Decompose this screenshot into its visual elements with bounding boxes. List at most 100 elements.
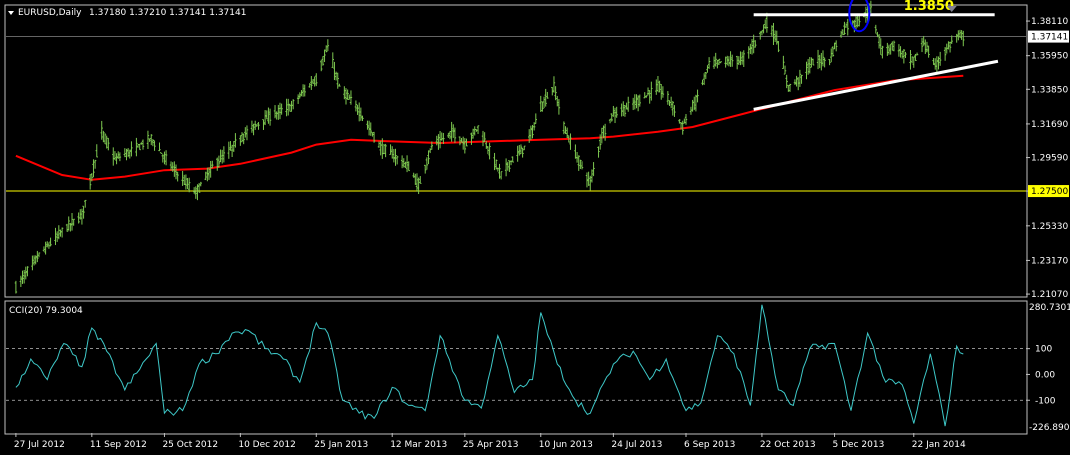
cci-label: CCI(20) 79.3004 xyxy=(9,306,83,316)
price-bar xyxy=(886,42,889,56)
price-bar xyxy=(843,21,846,35)
price-bar xyxy=(509,160,513,166)
price-bar xyxy=(356,104,359,115)
price-bar xyxy=(22,270,26,284)
price-bar xyxy=(830,48,833,63)
price-box-label: 1.27500 xyxy=(1031,187,1068,197)
price-bar xyxy=(402,158,405,168)
x-tick-label: 10 Dec 2012 xyxy=(238,440,296,450)
price-bar xyxy=(683,118,686,124)
price-bar xyxy=(463,138,467,154)
moving-average-line xyxy=(15,74,964,181)
price-bar xyxy=(194,186,198,199)
price-bar xyxy=(55,231,59,242)
price-bar xyxy=(806,58,810,75)
price-bar xyxy=(389,144,392,156)
price-bar xyxy=(452,124,455,138)
price-bar xyxy=(448,130,452,140)
dropdown-triangle-icon[interactable] xyxy=(8,11,14,15)
price-bar xyxy=(783,65,787,75)
price-bar xyxy=(714,52,717,67)
price-bar xyxy=(475,129,478,132)
price-bar xyxy=(369,122,372,136)
price-bar xyxy=(326,39,330,51)
price-bar xyxy=(539,95,542,113)
price-bar xyxy=(481,130,485,147)
price-bar xyxy=(321,56,325,66)
price-bar xyxy=(557,99,561,115)
price-bar xyxy=(428,148,432,154)
price-bar xyxy=(240,132,244,143)
price-bar xyxy=(320,59,323,72)
price-bar xyxy=(118,152,122,162)
chart-canvas[interactable]: EURUSD,Daily 1.37180 1.37210 1.37141 1.3… xyxy=(0,0,1070,455)
price-bar xyxy=(696,89,699,103)
price-bar xyxy=(70,213,74,231)
price-bar xyxy=(278,102,282,120)
price-bar xyxy=(508,160,511,172)
price-bar xyxy=(473,126,476,136)
price-bar xyxy=(785,74,788,89)
price-bar xyxy=(496,167,500,172)
drawn-objects[interactable]: 1.3850 xyxy=(753,0,999,111)
price-bar xyxy=(493,152,496,171)
price-bar xyxy=(199,181,202,187)
price-bar xyxy=(138,143,141,151)
price-bar xyxy=(655,79,658,95)
price-bar xyxy=(102,130,105,143)
price-bar xyxy=(470,132,473,145)
price-bar xyxy=(650,81,653,101)
price-bar xyxy=(174,164,178,180)
price-bar xyxy=(415,173,419,192)
price-bars xyxy=(14,0,965,294)
y-tick-label: 1.35950 xyxy=(1031,52,1068,62)
price-bar xyxy=(892,40,896,52)
price-bar xyxy=(234,133,237,148)
price-bar xyxy=(938,51,942,66)
price-bar xyxy=(183,174,186,186)
price-bar xyxy=(811,58,815,66)
price-bar xyxy=(176,171,179,182)
x-tick-label: 12 Mar 2013 xyxy=(390,440,447,450)
price-bar xyxy=(904,51,907,59)
price-bar xyxy=(414,173,417,185)
price-bar xyxy=(523,145,526,151)
price-bar xyxy=(920,37,924,53)
price-bar xyxy=(597,146,600,158)
x-tick-label: 27 Jul 2012 xyxy=(14,440,65,450)
price-bar xyxy=(42,246,46,252)
price-bar xyxy=(250,120,254,133)
price-bar xyxy=(821,50,825,67)
price-bar xyxy=(186,178,189,190)
price-bar xyxy=(184,174,188,190)
price-bar xyxy=(88,174,92,190)
price-bar xyxy=(257,121,260,130)
price-bar xyxy=(499,171,503,180)
price-bar xyxy=(103,133,107,145)
price-bar xyxy=(298,92,301,99)
price-bar xyxy=(887,44,891,55)
price-bar xyxy=(899,46,902,58)
price-bar xyxy=(689,106,693,115)
price-bar xyxy=(668,100,671,106)
price-bar xyxy=(519,144,523,155)
price-bar xyxy=(244,127,247,138)
price-bar xyxy=(19,275,23,287)
price-bar xyxy=(623,105,627,117)
price-bar xyxy=(158,142,161,152)
price-bar xyxy=(841,29,844,36)
price-bar xyxy=(338,83,341,87)
price-bar xyxy=(580,161,584,170)
price-bar xyxy=(610,113,613,122)
price-bar xyxy=(924,39,927,54)
price-bar xyxy=(84,199,87,208)
price-bar xyxy=(49,237,52,247)
price-bar xyxy=(935,56,939,73)
price-bar xyxy=(384,143,387,158)
price-bar xyxy=(230,144,234,158)
price-bar xyxy=(153,140,156,151)
price-bar xyxy=(310,76,313,90)
price-bar xyxy=(742,50,745,67)
price-bar xyxy=(818,54,821,69)
price-bar xyxy=(575,151,579,163)
